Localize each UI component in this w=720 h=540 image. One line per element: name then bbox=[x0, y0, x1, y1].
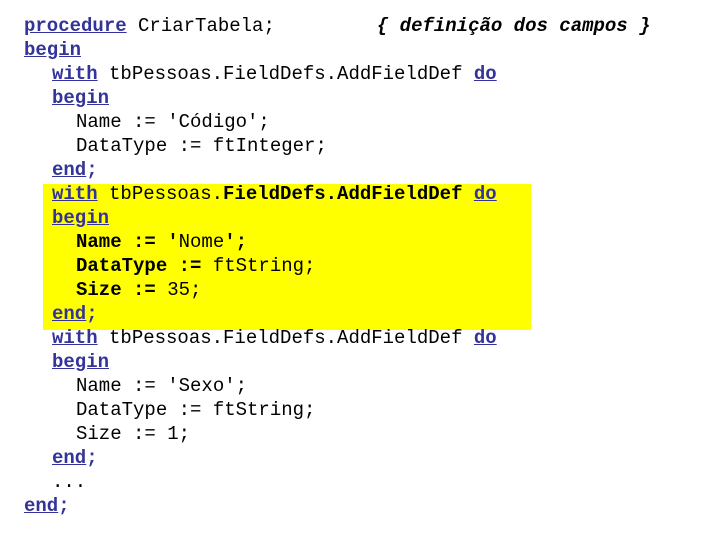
string-literal-value: Nome bbox=[178, 231, 225, 253]
statement-text: Size := 1; bbox=[76, 423, 191, 445]
keyword-end: end bbox=[24, 495, 59, 517]
code-line-begin-codigo: begin bbox=[0, 86, 720, 110]
statement-text: Name := 'Código'; bbox=[76, 111, 270, 133]
with-member-path: FieldDefs.AddFieldDef bbox=[223, 183, 463, 205]
code-line-end-sexo: end; bbox=[0, 446, 720, 470]
keyword-end: end bbox=[52, 303, 87, 325]
with-object: tbPessoas. bbox=[97, 183, 224, 205]
keyword-with: with bbox=[52, 327, 98, 349]
statement-text: DataType := ftInteger; bbox=[76, 135, 327, 157]
code-line-ellipsis: ... bbox=[0, 470, 720, 494]
code-line-datatype-ftstring-nome: DataType := ftString; bbox=[0, 254, 720, 278]
code-line-outer-end: end; bbox=[0, 494, 720, 518]
assignment-lhs: Size := bbox=[76, 279, 168, 301]
code-line-procedure-decl: procedure CriarTabela; { definição dos ca… bbox=[0, 14, 720, 38]
keyword-begin: begin bbox=[52, 87, 110, 109]
keyword-with: with bbox=[52, 63, 98, 85]
code-line-size-35: Size := 35; bbox=[0, 278, 720, 302]
code-line-outer-begin: begin bbox=[0, 38, 720, 62]
semicolon: ; bbox=[86, 447, 98, 469]
code-line-end-nome: end; bbox=[0, 302, 720, 326]
keyword-end: end bbox=[52, 447, 87, 469]
code-line-size-1: Size := 1; bbox=[0, 422, 720, 446]
semicolon: ; bbox=[86, 159, 98, 181]
keyword-do: do bbox=[473, 183, 497, 205]
keyword-begin: begin bbox=[24, 39, 82, 61]
keyword-do: do bbox=[473, 327, 497, 349]
pascal-code-listing: procedure CriarTabela; { definição dos ca… bbox=[0, 0, 720, 540]
code-line-with-nome: with tbPessoas.FieldDefs.AddFieldDef do bbox=[0, 182, 720, 206]
code-line-end-codigo: end; bbox=[0, 158, 720, 182]
statement-text: Name := 'Sexo'; bbox=[76, 375, 248, 397]
keyword-end: end bbox=[52, 159, 87, 181]
with-expression: tbPessoas.FieldDefs.AddFieldDef bbox=[97, 63, 474, 85]
code-line-with-codigo: with tbPessoas.FieldDefs.AddFieldDef do bbox=[0, 62, 720, 86]
with-expression: tbPessoas.FieldDefs.AddFieldDef bbox=[97, 327, 474, 349]
assignment-lhs: DataType := bbox=[76, 255, 213, 277]
procedure-name: CriarTabela; bbox=[126, 15, 275, 37]
keyword-begin: begin bbox=[52, 207, 110, 229]
assignment-suffix: '; bbox=[224, 231, 248, 253]
code-comment-definicao-campos: { definição dos campos } bbox=[376, 15, 651, 37]
code-line-name-nome: Name := 'Nome'; bbox=[0, 230, 720, 254]
assignment-rhs: 35; bbox=[167, 279, 202, 301]
code-line-name-codigo: Name := 'Código'; bbox=[0, 110, 720, 134]
code-line-begin-nome: begin bbox=[0, 206, 720, 230]
keyword-do: do bbox=[473, 63, 497, 85]
keyword-procedure: procedure bbox=[24, 15, 127, 37]
keyword-begin: begin bbox=[52, 351, 110, 373]
code-line-begin-sexo: begin bbox=[0, 350, 720, 374]
code-line-with-sexo: with tbPessoas.FieldDefs.AddFieldDef do bbox=[0, 326, 720, 350]
code-line-datatype-ftstring-sexo: DataType := ftString; bbox=[0, 398, 720, 422]
semicolon: ; bbox=[58, 495, 70, 517]
code-line-datatype-ftinteger: DataType := ftInteger; bbox=[0, 134, 720, 158]
code-line-name-sexo: Name := 'Sexo'; bbox=[0, 374, 720, 398]
semicolon: ; bbox=[86, 303, 98, 325]
ellipsis-text: ... bbox=[52, 471, 87, 493]
assignment-lhs: Name := ' bbox=[76, 231, 179, 253]
keyword-with: with bbox=[52, 183, 98, 205]
assignment-rhs: ftString; bbox=[212, 255, 316, 277]
statement-text: DataType := ftString; bbox=[76, 399, 316, 421]
